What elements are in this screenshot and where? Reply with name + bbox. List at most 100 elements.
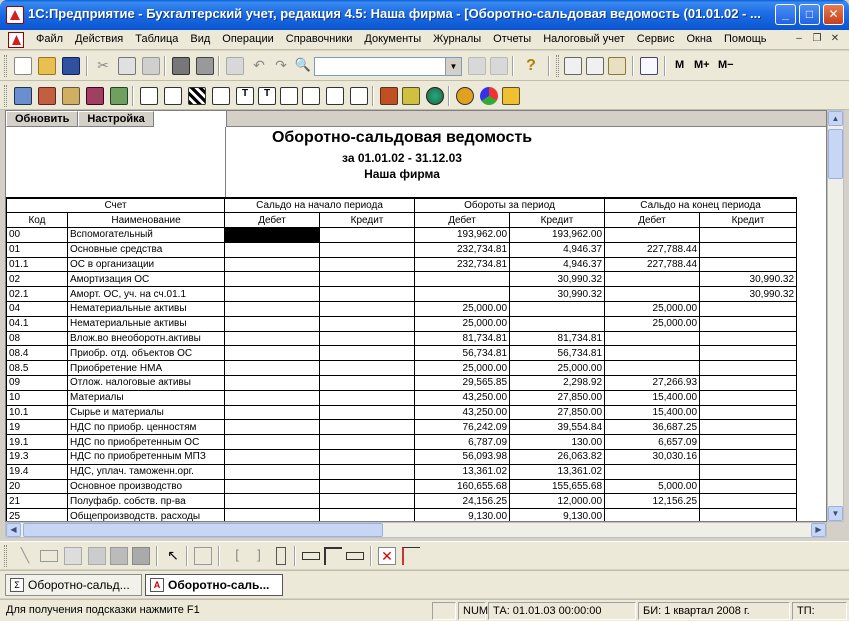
cell-turnover-credit[interactable] xyxy=(509,315,606,332)
cell-opening-credit[interactable] xyxy=(319,478,416,495)
cell-turnover-debit[interactable]: 76,242.09 xyxy=(414,419,511,436)
cell-closing-debit[interactable]: 15,400.00 xyxy=(604,389,701,406)
cell-opening-credit[interactable] xyxy=(319,375,416,391)
cell-closing-debit[interactable]: 25,000.00 xyxy=(604,301,701,317)
cell-opening-debit[interactable] xyxy=(224,360,321,377)
table-row[interactable]: 19.4 НДС, уплач. таможенн.орг. 13,361.02 13… xyxy=(6,463,798,480)
picture-icon[interactable] xyxy=(88,547,106,565)
report-turnover-icon[interactable] xyxy=(164,87,182,105)
cell-closing-credit[interactable] xyxy=(699,241,798,258)
window-tab[interactable]: A Оборотно-саль... xyxy=(145,574,283,596)
cell-turnover-credit[interactable]: 30,990.32 xyxy=(509,271,606,288)
menu-item[interactable]: Файл xyxy=(30,33,69,45)
cell-opening-credit[interactable] xyxy=(319,271,416,288)
cell-opening-debit[interactable] xyxy=(224,493,321,510)
horizontal-scrollbar[interactable]: ◀ ▶ xyxy=(5,522,827,538)
new-document-icon[interactable] xyxy=(14,57,32,75)
cell-name[interactable]: Аморт. ОС, уч. на сч.01.1 xyxy=(66,286,226,303)
toolbar-grip[interactable] xyxy=(556,55,559,77)
cell-closing-credit[interactable] xyxy=(699,330,798,347)
cell-opening-debit[interactable] xyxy=(224,330,321,347)
memory-mminus-button[interactable]: M− xyxy=(718,59,734,71)
cell-name[interactable]: Полуфабр. собств. пр-ва xyxy=(66,493,226,510)
cell-turnover-debit[interactable] xyxy=(414,271,511,288)
cell-code[interactable]: 25 xyxy=(6,508,68,521)
cell-turnover-debit[interactable]: 25,000.00 xyxy=(414,360,511,377)
table-row[interactable]: 04 Нематериальные активы 25,000.00 25,000.0… xyxy=(6,301,798,317)
cell-code[interactable]: 10 xyxy=(6,389,68,406)
cell-turnover-credit[interactable]: 4,946.37 xyxy=(509,256,606,273)
table-row[interactable]: 21 Полуфабр. собств. пр-ва 24,156.25 12,000… xyxy=(6,493,798,510)
cell-turnover-credit[interactable]: 155,655.68 xyxy=(509,478,606,495)
grid-off-icon[interactable]: ✕ xyxy=(378,547,396,565)
cell-name[interactable]: ОС в организации xyxy=(66,256,226,273)
memory-m-button[interactable]: M xyxy=(675,59,684,71)
print-icon[interactable] xyxy=(172,57,190,75)
cell-closing-credit[interactable] xyxy=(699,227,798,243)
redo-icon[interactable]: ↷ xyxy=(272,57,290,75)
cell-turnover-debit[interactable]: 13,361.02 xyxy=(414,463,511,480)
cell-code[interactable]: 08.4 xyxy=(6,345,68,362)
cell-code[interactable]: 21 xyxy=(6,493,68,510)
cell-opening-credit[interactable] xyxy=(319,345,416,362)
cell-name[interactable]: Отлож. налоговые активы xyxy=(66,375,226,391)
line-icon[interactable]: ╲ xyxy=(16,547,34,565)
window-tab[interactable]: Σ Оборотно-сальд... xyxy=(5,574,142,596)
cell-closing-debit[interactable]: 25,000.00 xyxy=(604,315,701,332)
cell-turnover-credit[interactable]: 2,298.92 xyxy=(509,375,606,391)
chevron-down-icon[interactable]: ▼ xyxy=(445,58,461,75)
cell-name[interactable]: Сырье и материалы xyxy=(66,404,226,421)
menu-item[interactable]: Операции xyxy=(216,33,279,45)
cell-turnover-debit[interactable]: 193,962.00 xyxy=(414,227,511,243)
cell-name[interactable]: НДС по приобр. ценностям xyxy=(66,419,226,436)
cell-code[interactable]: 19.1 xyxy=(6,434,68,451)
cell-opening-debit[interactable] xyxy=(224,478,321,495)
group-icon[interactable] xyxy=(194,547,212,565)
table-row[interactable]: 19.3 НДС по приобретенным МПЗ 56,093.98 26,… xyxy=(6,449,798,465)
pointer-icon[interactable]: ↖ xyxy=(164,547,182,565)
open-folder-icon[interactable] xyxy=(38,57,56,75)
cell-name[interactable]: НДС по приобретенным МПЗ xyxy=(66,449,226,465)
cell-opening-debit[interactable] xyxy=(224,389,321,406)
cell-closing-credit[interactable] xyxy=(699,478,798,495)
table-row[interactable]: 00 Вспомогательный 193,962.00 193,962.00 xyxy=(6,227,798,243)
ruler-icon[interactable] xyxy=(346,552,364,560)
table-row[interactable]: 19.1 НДС по приобретенным ОС 6,787.09 130.0… xyxy=(6,434,798,451)
cell-closing-credit[interactable] xyxy=(699,434,798,451)
table-row[interactable]: 20 Основное производство 160,655.68 155,655… xyxy=(6,478,798,495)
toolbar-grip[interactable] xyxy=(4,545,7,567)
cell-opening-credit[interactable] xyxy=(319,493,416,510)
cell-name[interactable]: Нематериальные активы xyxy=(66,301,226,317)
cell-code[interactable]: 04.1 xyxy=(6,315,68,332)
cell-name[interactable]: Основное производство xyxy=(66,478,226,495)
cell-turnover-debit[interactable]: 56,734.81 xyxy=(414,345,511,362)
table-row[interactable]: 02.1 Аморт. ОС, уч. на сч.01.1 30,990.32 30… xyxy=(6,286,798,303)
cell-opening-credit[interactable] xyxy=(319,389,416,406)
notes-icon[interactable] xyxy=(608,57,626,75)
colors-icon[interactable] xyxy=(480,87,498,105)
calendar-tool-icon[interactable] xyxy=(586,57,604,75)
cut-icon[interactable]: ✂ xyxy=(94,57,112,75)
undo-icon[interactable]: ↶ xyxy=(250,57,268,75)
cell-closing-credit[interactable] xyxy=(699,315,798,332)
cell-opening-credit[interactable] xyxy=(319,241,416,258)
cell-code[interactable]: 20 xyxy=(6,478,68,495)
cell-closing-credit[interactable] xyxy=(699,389,798,406)
cell-opening-credit[interactable] xyxy=(319,360,416,377)
globe-icon[interactable] xyxy=(426,87,444,105)
bracket-left-icon[interactable]: [ xyxy=(228,547,246,565)
cell-code[interactable]: 00 xyxy=(6,227,68,243)
operations-icon[interactable] xyxy=(62,87,80,105)
reference-icon[interactable] xyxy=(110,87,128,105)
table-row[interactable]: 10.1 Сырье и материалы 43,250.00 27,850.00 1… xyxy=(6,404,798,421)
toolbar-grip[interactable] xyxy=(4,85,7,107)
cell-closing-debit[interactable] xyxy=(604,463,701,480)
column-group-icon[interactable] xyxy=(276,547,286,565)
cell-name[interactable]: Влож.во внеоборотн.активы xyxy=(66,330,226,347)
cell-opening-credit[interactable] xyxy=(319,256,416,273)
cell-name[interactable]: Приобр. отд. объектов ОС xyxy=(66,345,226,362)
cell-name[interactable]: Материалы xyxy=(66,389,226,406)
table-row[interactable]: 04.1 Нематериальные активы 25,000.00 25,000… xyxy=(6,315,798,332)
cell-turnover-debit[interactable]: 43,250.00 xyxy=(414,389,511,406)
table-row[interactable]: 10 Материалы 43,250.00 27,850.00 15,400.00 xyxy=(6,389,798,406)
